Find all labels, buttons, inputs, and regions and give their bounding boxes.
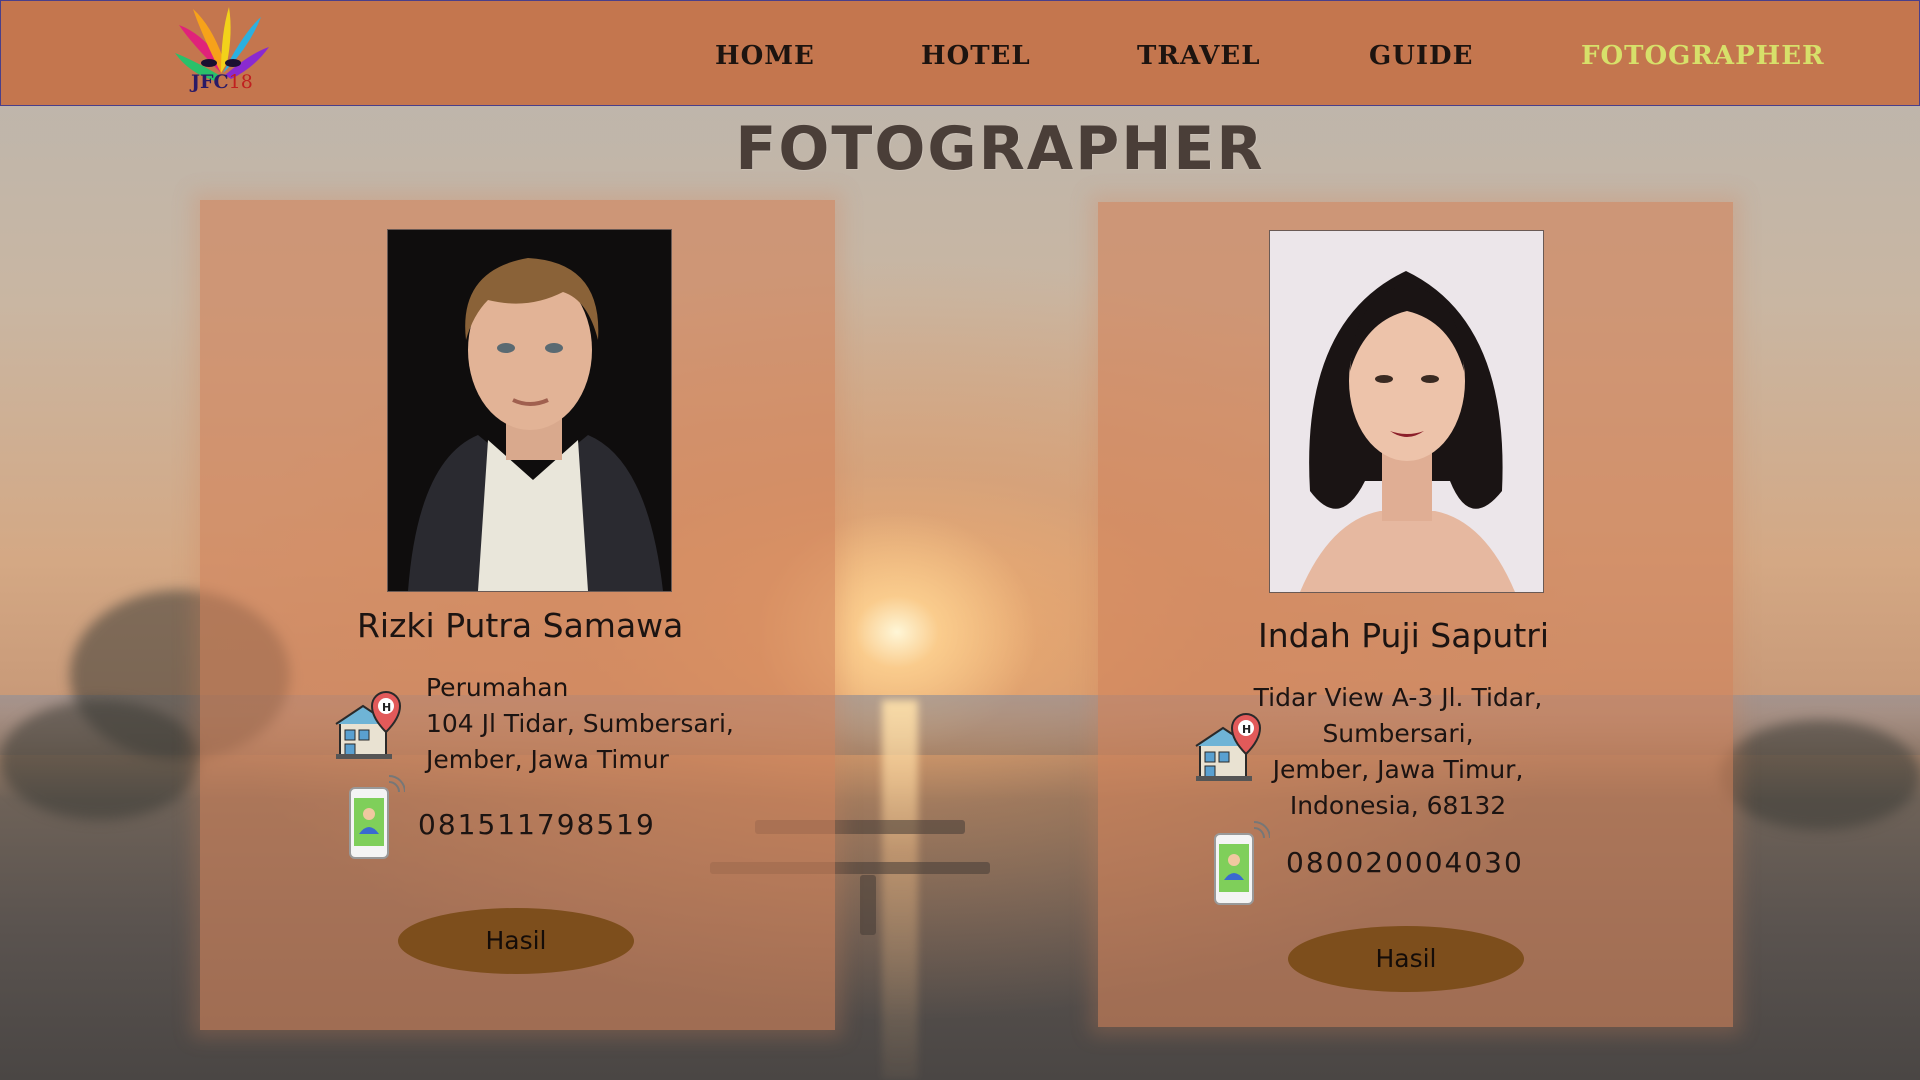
background-bushes-left [0,700,200,820]
nav-guide[interactable]: GUIDE [1369,41,1473,71]
photographer-card: Indah Puji Saputri H Tidar View A-3 Jl. … [1098,202,1733,1027]
logo-text: JFC18 [191,71,253,93]
hasil-button[interactable]: Hasil [1288,926,1524,992]
photographer-card: Rizki Putra Samawa H Perumahan 104 Jl Ti… [200,200,835,1030]
smartphone-contact-icon [1212,818,1271,914]
portrait-image [1270,231,1543,592]
nav-fotographer[interactable]: FOTOGRAPHER [1581,41,1825,71]
nav-hotel[interactable]: HOTEL [921,41,1031,71]
address-line: Jember, Jawa Timur, [1272,755,1524,784]
address-line: Jember, Jawa Timur [426,745,669,774]
address-line: Sumbersari, [1322,719,1474,748]
background-bushes-right [1720,720,1920,830]
address-line: Indonesia, 68132 [1289,791,1507,820]
photographer-photo [387,229,672,592]
hotel-location-icon: H [334,690,404,766]
portrait-image [388,230,671,591]
background-sun-reflection [882,700,918,1080]
photographer-name: Indah Puji Saputri [1258,616,1549,655]
photographer-address: Tidar View A-3 Jl. Tidar, Sumbersari, Je… [1248,680,1548,824]
address-line: Tidar View A-3 Jl. Tidar, [1253,683,1543,712]
photographer-address: Perumahan 104 Jl Tidar, Sumbersari, Jemb… [426,670,734,778]
photographer-photo [1269,230,1544,593]
photographer-phone: 081511798519 [418,808,656,841]
address-line: 104 Jl Tidar, Sumbersari, [426,709,734,738]
background-picnic-table [860,875,876,935]
nav-travel[interactable]: TRAVEL [1137,41,1261,71]
page-title: FOTOGRAPHER [735,114,1265,184]
hasil-button[interactable]: Hasil [398,908,634,974]
top-header: JFC18 HOME HOTEL TRAVEL GUIDE FOTOGRAPHE… [0,0,1920,106]
address-line: Perumahan [426,673,569,702]
smartphone-contact-icon [347,772,406,868]
nav-home[interactable]: HOME [715,41,815,71]
svg-text:H: H [382,701,391,714]
photographer-name: Rizki Putra Samawa [357,606,684,645]
photographer-phone: 080020004030 [1286,846,1524,879]
